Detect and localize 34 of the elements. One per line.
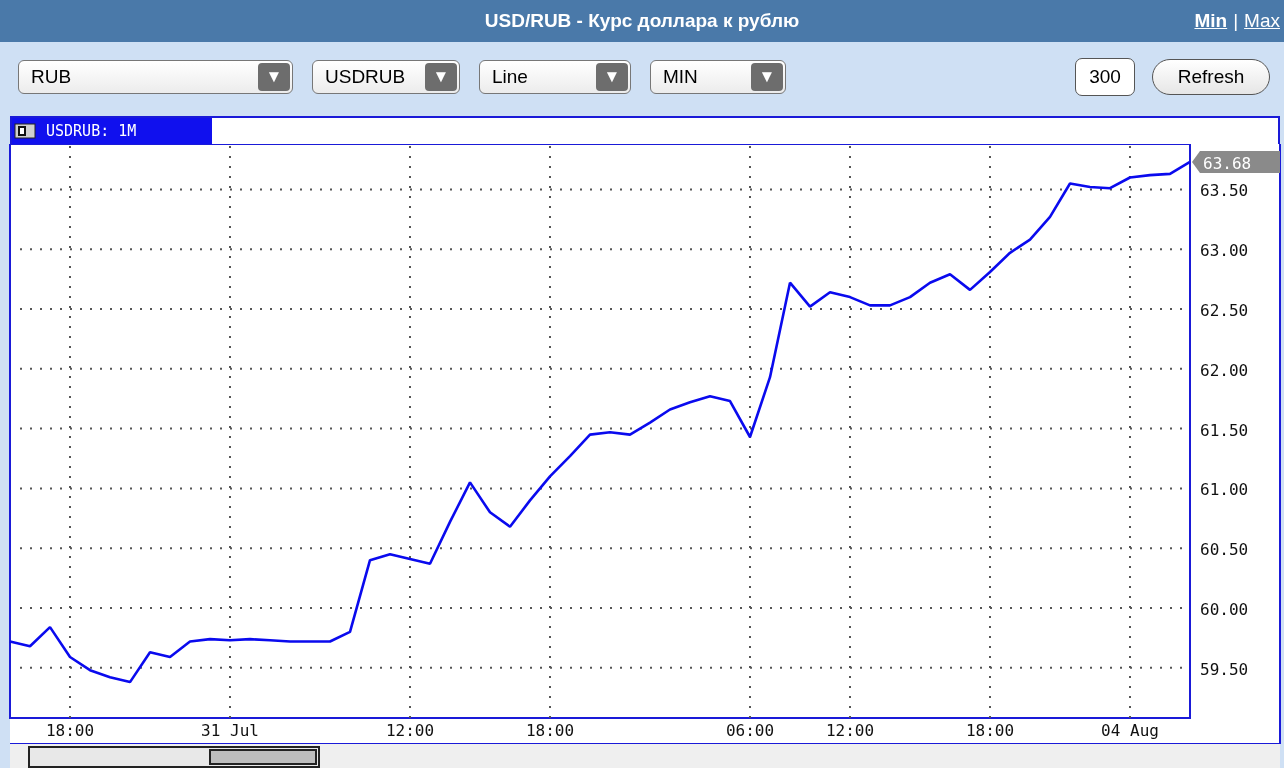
y-axis-label: 59.50	[1200, 659, 1249, 679]
y-axis-label: 61.50	[1200, 420, 1249, 440]
caret-icon: ▼	[596, 63, 628, 91]
x-axis-label: 18:00	[525, 721, 575, 740]
refresh-button[interactable]: Refresh	[1152, 59, 1270, 95]
dropdown[interactable]: RUB ▼	[18, 60, 293, 94]
caret-icon: ▼	[258, 63, 290, 91]
y-axis-label: 61.00	[1200, 480, 1249, 500]
x-axis-label: 18:00	[965, 721, 1015, 740]
chart-tab[interactable]: USDRUB: 1M	[12, 118, 212, 144]
y-axis-label: 60.00	[1200, 600, 1249, 619]
x-axis-label: 04 Aug	[1101, 721, 1159, 740]
view-link[interactable]: Min	[1194, 10, 1228, 32]
toggle-icon	[14, 123, 36, 139]
count-field[interactable]: 300	[1075, 58, 1135, 96]
x-axis-label: 31 Jul	[201, 721, 259, 740]
x-axis-label: 12:00	[385, 721, 435, 740]
y-axis-label: 63.00	[1200, 241, 1249, 261]
y-axis-label: 62.50	[1200, 301, 1249, 320]
view-link[interactable]: Max	[1244, 10, 1280, 32]
dropdown[interactable]: Line ▼	[479, 60, 631, 94]
y-axis-label: 63.50	[1200, 181, 1249, 201]
separator: |	[1233, 10, 1239, 32]
x-axis-label: 18:00	[45, 721, 95, 740]
caret-icon: ▼	[425, 63, 457, 91]
window-title: USD/RUB - Курс доллара к рублю	[484, 10, 800, 32]
y-axis-label: 62.00	[1200, 360, 1249, 380]
scrollbar[interactable]	[28, 746, 320, 768]
x-axis-label: 06:00	[725, 721, 775, 740]
caret-icon: ▼	[751, 63, 783, 91]
y-axis-label: 60.50	[1200, 540, 1249, 560]
x-axis-label: 12:00	[825, 721, 875, 740]
dropdown[interactable]: USDRUB ▼	[312, 60, 460, 94]
dropdown[interactable]: MIN ▼	[650, 60, 786, 94]
